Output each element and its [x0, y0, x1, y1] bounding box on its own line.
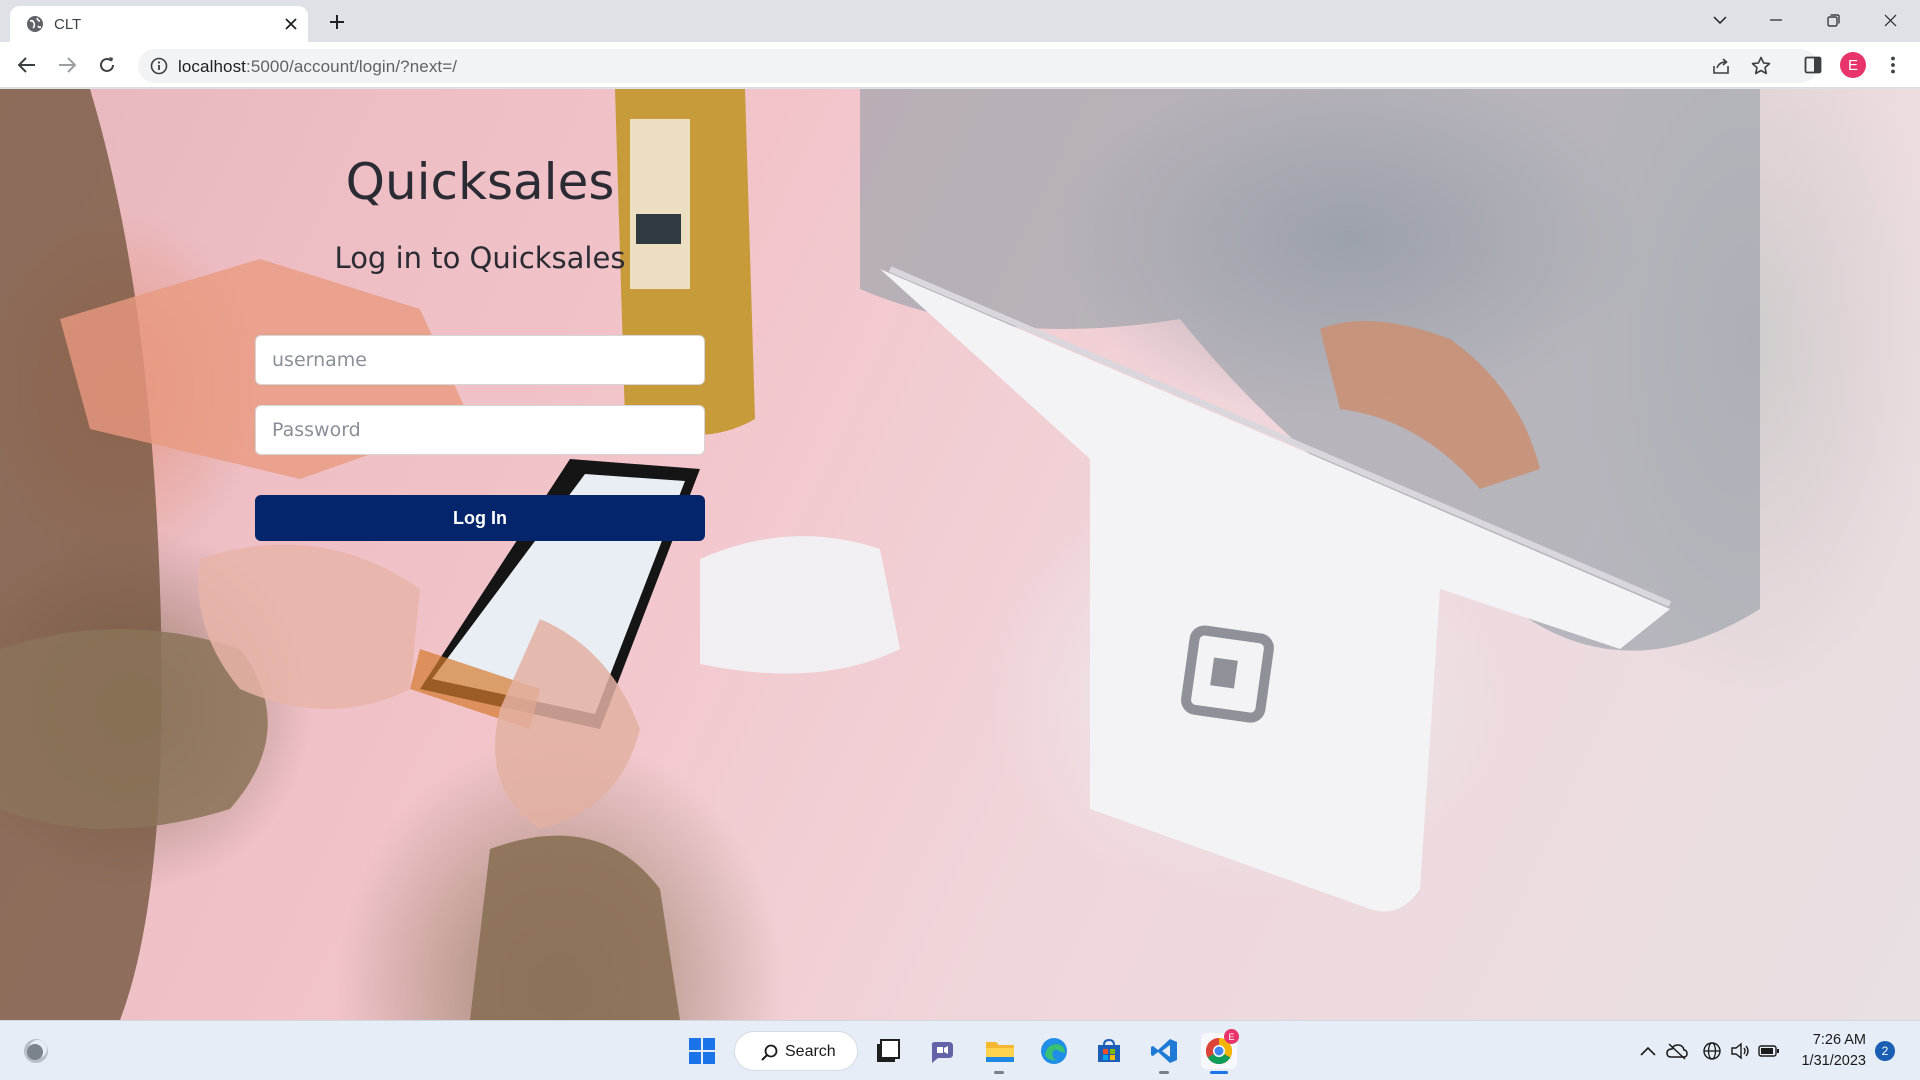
tab-title: CLT [54, 16, 82, 33]
login-subtitle: Log in to Quicksales [334, 241, 626, 275]
onedrive-offline-icon[interactable] [1665, 1039, 1689, 1063]
edge-icon[interactable] [1036, 1033, 1072, 1069]
page-viewport: Quicksales Log in to Quicksales Log In [0, 89, 1920, 1020]
forward-icon[interactable] [52, 50, 82, 80]
side-panel-icon[interactable] [1798, 50, 1828, 80]
chrome-icon[interactable]: E [1201, 1029, 1239, 1069]
address-bar[interactable]: localhost:5000/account/login/?next=/ [138, 49, 1818, 83]
close-window-icon[interactable] [1862, 0, 1918, 40]
taskbar-search[interactable]: Search [734, 1031, 858, 1071]
restore-icon[interactable] [1805, 0, 1861, 40]
app-title: Quicksales [345, 153, 615, 211]
tab-search-icon[interactable] [1692, 0, 1748, 40]
explorer-running-indicator [994, 1071, 1004, 1074]
globe-icon [27, 16, 43, 32]
teams-chat-icon[interactable] [925, 1033, 961, 1069]
taskbar: Search E 7:26 AM 1/31/2023 2 [0, 1020, 1920, 1080]
tab-close-icon[interactable] [280, 13, 302, 35]
system-clock[interactable]: 7:26 AM 1/31/2023 [1796, 1030, 1866, 1072]
file-explorer-icon[interactable] [982, 1033, 1018, 1069]
vscode-running-indicator [1159, 1071, 1169, 1074]
url-text: localhost:5000/account/login/?next=/ [178, 57, 458, 76]
store-icon[interactable] [1091, 1033, 1127, 1069]
clock-date: 1/31/2023 [1801, 1053, 1866, 1069]
start-icon[interactable] [684, 1033, 720, 1069]
chrome-active-indicator [1210, 1071, 1228, 1074]
bookmark-star-icon[interactable] [1750, 55, 1772, 77]
password-input[interactable] [255, 405, 705, 455]
site-info-icon[interactable] [150, 57, 168, 75]
search-icon [761, 1044, 778, 1061]
profile-avatar[interactable]: E [1838, 50, 1868, 80]
share-icon[interactable] [1710, 55, 1732, 77]
new-tab-icon[interactable] [324, 9, 350, 35]
username-input[interactable] [255, 335, 705, 385]
search-label: Search [785, 1043, 836, 1060]
login-button[interactable]: Log In [255, 495, 705, 541]
vscode-icon[interactable] [1146, 1033, 1182, 1069]
clock-time: 7:26 AM [1812, 1032, 1866, 1048]
minimize-icon[interactable] [1748, 0, 1804, 40]
task-view-icon[interactable] [870, 1033, 906, 1069]
back-icon[interactable] [12, 50, 42, 80]
tab-strip: CLT [0, 0, 1920, 42]
network-globe-icon[interactable] [1700, 1039, 1724, 1063]
reload-icon[interactable] [92, 50, 122, 80]
chevron-up-icon[interactable] [1636, 1039, 1660, 1063]
browser-tab[interactable]: CLT [10, 6, 308, 42]
chrome-profile-badge: E [1224, 1029, 1239, 1044]
profile-initial: E [1840, 52, 1866, 78]
background-photo [0, 89, 1760, 1020]
menu-kebab-icon[interactable] [1878, 50, 1908, 80]
volume-icon[interactable] [1728, 1039, 1752, 1063]
notification-badge[interactable]: 2 [1875, 1041, 1895, 1061]
battery-icon[interactable] [1757, 1039, 1781, 1063]
weather-widget-icon[interactable] [18, 1033, 54, 1069]
browser-toolbar: localhost:5000/account/login/?next=/ E [0, 42, 1920, 88]
